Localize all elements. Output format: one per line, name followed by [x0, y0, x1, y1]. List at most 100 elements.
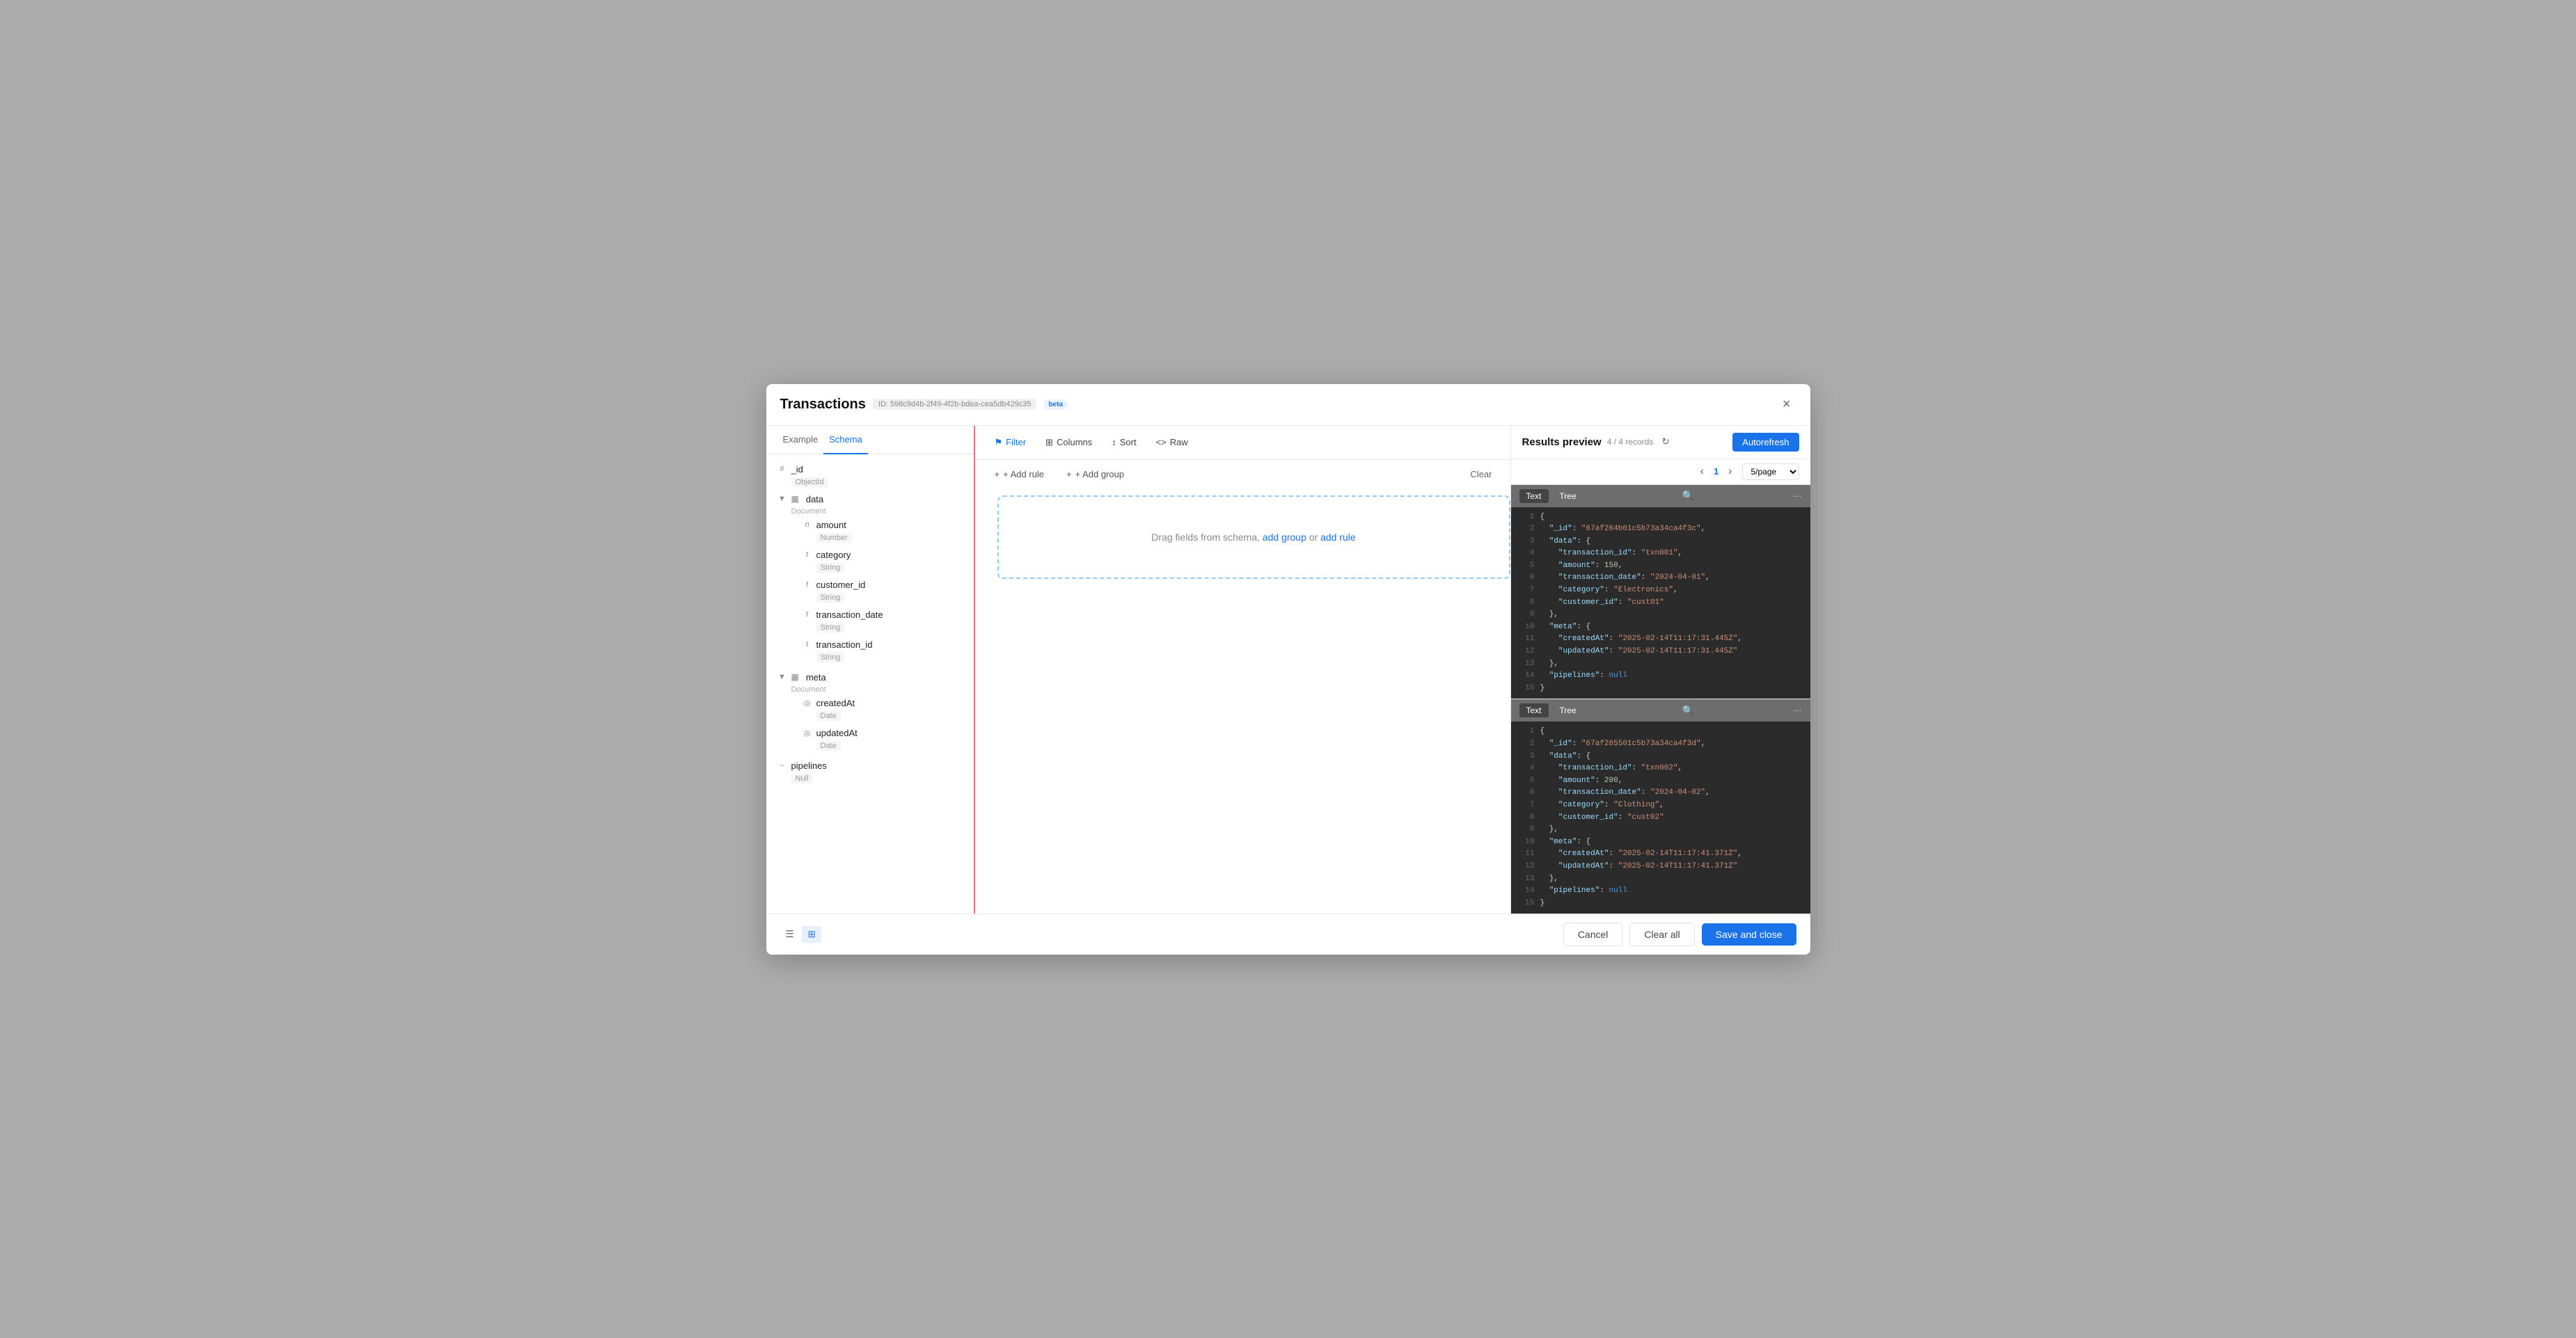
tab-schema[interactable]: Schema — [823, 426, 868, 454]
save-close-button[interactable]: Save and close — [1702, 923, 1796, 946]
add-rule-button[interactable]: + + Add rule — [986, 465, 1053, 483]
clear-all-button[interactable]: Clear all — [1629, 923, 1694, 946]
add-row: + + Add rule + + Add group Clear — [975, 460, 1510, 488]
result-search-2[interactable]: 🔍 — [1682, 705, 1694, 717]
result-tab-tree-2[interactable]: Tree — [1553, 703, 1583, 717]
add-group-link[interactable]: add group — [1263, 532, 1309, 543]
results-header: Results preview 4 / 4 records ↻ Autorefr… — [1511, 426, 1810, 459]
schema-type-transaction-id: String — [816, 653, 845, 662]
raw-button[interactable]: <> Raw — [1148, 433, 1196, 452]
schema-item-amount: n amount Number — [791, 516, 963, 545]
tab-example[interactable]: Example — [777, 426, 824, 454]
transaction-date-icon: t — [803, 610, 812, 619]
modal-body: Example Schema # _id ObjectId — [766, 426, 1810, 914]
left-panel: Example Schema # _id ObjectId — [766, 426, 975, 914]
amount-icon: n — [803, 520, 812, 529]
columns-button[interactable]: ⊞ Columns — [1037, 433, 1100, 452]
pipelines-icon: – — [777, 761, 787, 770]
right-panel: Results preview 4 / 4 records ↻ Autorefr… — [1511, 426, 1810, 914]
schema-item-customer-id: t customer_id String — [791, 575, 963, 605]
schema-type-id: ObjectId — [791, 477, 828, 487]
list-view-button[interactable]: ☰ — [780, 926, 800, 943]
schema-label-id: _id — [791, 464, 803, 475]
cancel-button[interactable]: Cancel — [1563, 923, 1623, 946]
grid-view-button[interactable]: ⊞ — [802, 926, 821, 943]
modal-overlay: Transactions ID: 598c9d4b-2f49-4f2b-bdea… — [0, 0, 2576, 1338]
schema-item-category: t category String — [791, 545, 963, 575]
schema-type-transaction-date: String — [816, 623, 845, 632]
schema-type-updated-at: Date — [816, 741, 841, 751]
result-expand-2[interactable]: ⋯ — [1794, 706, 1802, 715]
prev-page-button[interactable]: ‹ — [1696, 464, 1708, 479]
schema-label-transaction-id: transaction_id — [816, 639, 873, 650]
view-toggle: ☰ ⊞ — [780, 926, 821, 943]
created-at-icon: ◎ — [803, 699, 812, 708]
add-group-button[interactable]: + + Add group — [1058, 465, 1132, 483]
toolbar: ⚑ Filter ⊞ Columns ↕ Sort <> Raw — [975, 426, 1510, 460]
schema-label-pipelines: pipelines — [791, 760, 827, 771]
add-rule-icon: + — [995, 469, 1000, 479]
id-icon: # — [777, 465, 787, 473]
refresh-button[interactable]: ↻ — [1659, 433, 1672, 450]
schema-type-amount: Number — [816, 533, 852, 543]
schema-children-data: n amount Number t category String — [791, 516, 963, 665]
schema-label-created-at: createdAt — [816, 698, 855, 708]
pagination: ‹ 1 › 5/page 10/page 20/page — [1511, 459, 1810, 485]
result-body-2: 1{ 2 "_id": "67af265501c5b73a34ca4f3d", … — [1511, 722, 1810, 913]
updated-at-icon: ◎ — [803, 728, 812, 738]
schema-tree: # _id ObjectId ▼ ▦ data Document — [766, 454, 974, 914]
clear-button[interactable]: Clear — [1463, 465, 1499, 483]
result-tab-text-2[interactable]: Text — [1519, 703, 1549, 717]
schema-label-customer-id: customer_id — [816, 580, 866, 590]
result-tab-text-1[interactable]: Text — [1519, 489, 1549, 503]
sort-button[interactable]: ↕ Sort — [1103, 433, 1144, 452]
result-card-1: Text Tree 🔍 ⋯ 1{ 2 "_id": "67af264b01c5b… — [1511, 485, 1810, 700]
result-card-2: Text Tree 🔍 ⋯ 1{ 2 "_id": "67af265501c5b… — [1511, 699, 1810, 913]
tabs-row: Example Schema — [766, 426, 974, 454]
result-expand-1[interactable]: ⋯ — [1794, 491, 1802, 501]
autorefresh-button[interactable]: Autorefresh — [1732, 433, 1799, 452]
schema-item-meta: ▼ ▦ meta Document ◎ createdAt Dat — [766, 668, 974, 756]
middle-panel: ⚑ Filter ⊞ Columns ↕ Sort <> Raw — [975, 426, 1511, 914]
schema-item-created-at: ◎ createdAt Date — [791, 694, 963, 724]
schema-label-category: category — [816, 550, 851, 560]
chevron-data-icon[interactable]: ▼ — [777, 495, 787, 503]
columns-icon: ⊞ — [1045, 437, 1053, 448]
schema-label-data: data — [806, 494, 823, 504]
modal-close-button[interactable]: × — [1777, 394, 1796, 415]
schema-children-meta: ◎ createdAt Date ◎ updatedAt Date — [791, 694, 963, 754]
sort-icon: ↕ — [1112, 437, 1116, 447]
filter-button[interactable]: ⚑ Filter — [986, 433, 1035, 452]
chevron-meta-icon[interactable]: ▼ — [777, 673, 787, 681]
modal-header: Transactions ID: 598c9d4b-2f49-4f2b-bdea… — [766, 384, 1810, 426]
schema-type-customer-id: String — [816, 593, 845, 603]
per-page-select[interactable]: 5/page 10/page 20/page — [1742, 463, 1799, 480]
modal: Transactions ID: 598c9d4b-2f49-4f2b-bdea… — [766, 384, 1810, 955]
schema-type-created-at: Date — [816, 711, 841, 721]
transaction-id-icon: t — [803, 640, 812, 648]
schema-item-transaction-date: t transaction_date String — [791, 605, 963, 635]
schema-item-updated-at: ◎ updatedAt Date — [791, 724, 963, 754]
list-view-icon: ☰ — [786, 929, 794, 939]
next-page-button[interactable]: › — [1724, 464, 1736, 479]
add-group-icon: + — [1066, 469, 1072, 479]
schema-item-transaction-id: t transaction_id String — [791, 635, 963, 665]
results-list: Text Tree 🔍 ⋯ 1{ 2 "_id": "67af264b01c5b… — [1511, 485, 1810, 914]
drop-zone: Drag fields from schema, add group or ad… — [997, 495, 1510, 579]
doc-icon-meta: ▦ — [791, 672, 799, 682]
result-search-1[interactable]: 🔍 — [1682, 490, 1694, 502]
doc-icon-data: ▦ — [791, 494, 799, 504]
collection-id: ID: 598c9d4b-2f49-4f2b-bdea-cea5db429c35 — [873, 399, 1037, 410]
modal-title: Transactions — [780, 397, 866, 413]
add-rule-link[interactable]: add rule — [1320, 532, 1356, 543]
schema-type-pipelines: Null — [791, 774, 813, 783]
schema-label-updated-at: updatedAt — [816, 728, 858, 738]
modal-footer: ☰ ⊞ Cancel Clear all Save and close — [766, 914, 1810, 955]
result-card-header-2: Text Tree 🔍 ⋯ — [1511, 699, 1810, 722]
schema-item-id: # _id ObjectId — [766, 460, 974, 490]
schema-type-category: String — [816, 563, 845, 573]
result-tab-tree-1[interactable]: Tree — [1553, 489, 1583, 503]
doc-label-meta: Document — [791, 685, 963, 694]
results-title: Results preview — [1522, 436, 1602, 448]
filter-icon: ⚑ — [995, 437, 1003, 448]
